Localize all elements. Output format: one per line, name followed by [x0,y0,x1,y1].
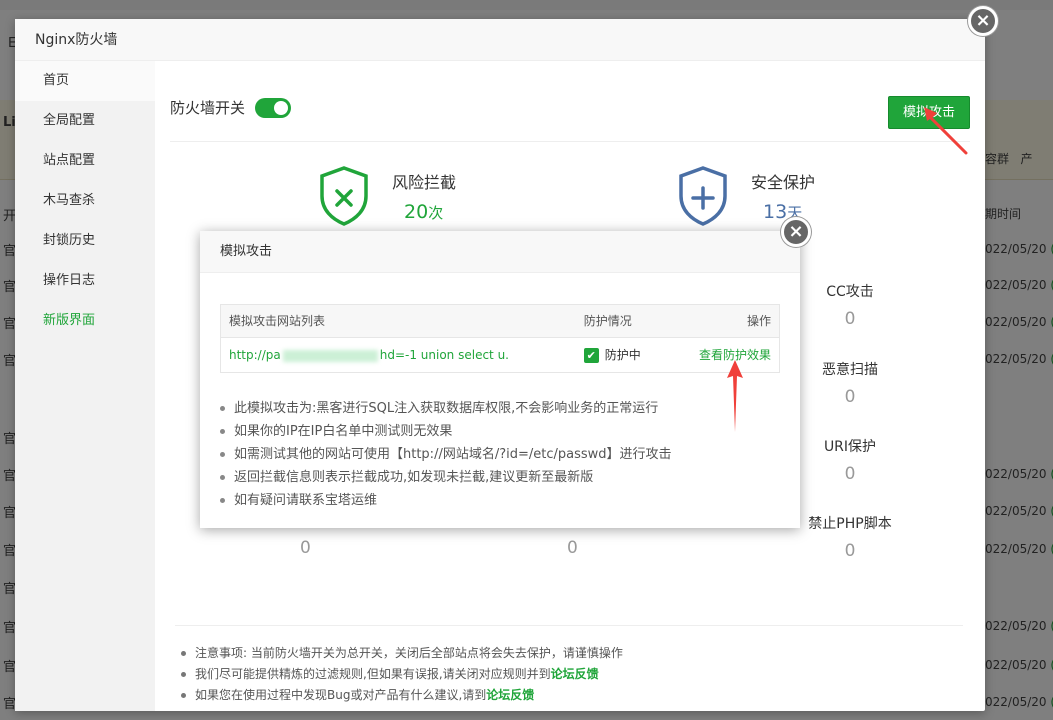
sidebar-item-trojan-scan[interactable]: 木马查杀 [15,181,155,221]
safety-protect-title: 安全保护 [751,173,816,192]
attack-url-link[interactable]: http://pa hd=-1 union select u... [229,338,509,372]
metric-value: 0 [844,541,856,561]
table-header: 模拟攻击网站列表 防护情况 操作 [221,305,779,338]
sidebar-item-site-config[interactable]: 站点配置 [15,141,155,181]
metric-value: 0 [844,464,856,484]
dialog-title: 模拟攻击 [200,231,800,273]
divider [170,141,970,142]
metric-cc-attack: CC攻击 0 [795,281,905,329]
metric-value: 0 [567,538,578,558]
close-icon[interactable]: × [781,217,811,247]
sidebar-item-operation-log[interactable]: 操作日志 [15,261,155,301]
shield-plus-icon [679,166,727,226]
simulate-attack-dialog: 模拟攻击 × 模拟攻击网站列表 防护情况 操作 http://pa hd=-1 u… [200,217,811,528]
redacted-blur [282,349,378,362]
metric-label: CC攻击 [826,284,874,300]
note-item: 如需测试其他的网站可使用【http://网站域名/?id=/etc/passwd… [218,443,672,466]
attack-url-cell: http://pa hd=-1 union select u... [221,338,584,372]
note-item: 如有疑问请联系宝塔运维 [218,489,672,512]
note-item: 如果你的IP在IP白名单中测试则无效果 [218,420,672,443]
toggle-knob [274,100,289,115]
metric-uri-protect: URI保护 0 [795,436,905,484]
footer-note: 我们尽可能提供精炼的过滤规则,但如果有误报,请关闭对应规则并到论坛反馈 [179,664,623,685]
simulate-notes: 此模拟攻击为:黑客进行SQL注入获取数据库权限,不会影响业务的正常运行 如果你的… [218,397,672,512]
dialog-title: Nginx防火墙 [15,19,985,61]
footer-note: 如果您在使用过程中发现Bug或对产品有什么建议,请到论坛反馈 [179,685,623,706]
metric-value: 0 [844,387,856,407]
table-row: http://pa hd=-1 union select u... ✔ 防护中 查看… [221,338,779,372]
divider [175,625,963,626]
risk-intercept-value: 20次 [404,201,444,223]
sidebar-item-home[interactable]: 首页 [15,61,155,101]
column-header: 模拟攻击网站列表 [229,314,326,328]
metric-label: URI保护 [823,439,877,455]
risk-intercept-title: 风险拦截 [392,173,457,192]
column-header: 操作 [746,314,771,328]
red-arrow-icon [924,107,968,155]
sidebar-item-block-history[interactable]: 封锁历史 [15,221,155,261]
metric-value: 0 [300,538,311,558]
metric-value: 0 [844,309,856,329]
forum-feedback-link[interactable]: 论坛反馈 [551,667,599,681]
sidebar: 首页 全局配置 站点配置 木马查杀 封锁历史 操作日志 新版界面 [15,61,155,711]
note-item: 返回拦截信息则表示拦截成功,如发现未拦截,建议更新至最新版 [218,466,672,489]
close-icon[interactable]: × [968,6,998,36]
sidebar-item-new-ui[interactable]: 新版界面 [15,301,155,341]
metric-malicious-scan: 恶意扫描 0 [795,359,905,407]
forum-feedback-link[interactable]: 论坛反馈 [486,688,534,702]
shield-x-icon [320,166,368,226]
metric-label: 禁止PHP脚本 [808,516,892,532]
sidebar-item-global-config[interactable]: 全局配置 [15,101,155,141]
firewall-switch-label: 防火墙开关 [170,99,246,117]
column-header: 防护情况 [583,314,632,328]
metric-label: 恶意扫描 [822,362,878,378]
check-icon: ✔ [583,348,599,363]
footer-notes: 注意事项: 当前防火墙开关为总开关，关闭后全部站点将会失去保护，请谨慎操作 我们… [179,643,623,706]
firewall-switch-row: 防火墙开关 [170,97,292,118]
attack-site-table: 模拟攻击网站列表 防护情况 操作 http://pa hd=-1 union se… [220,304,780,373]
metric-block-php: 禁止PHP脚本 0 [785,513,915,561]
risk-intercept-stat: 风险拦截 20次 [318,165,456,227]
red-arrow-icon [727,360,743,432]
footer-note: 注意事项: 当前防火墙开关为总开关，关闭后全部站点将会失去保护，请谨慎操作 [179,643,623,664]
firewall-toggle[interactable] [255,97,292,118]
status-cell: ✔ 防护中 [583,338,684,372]
note-item: 此模拟攻击为:黑客进行SQL注入获取数据库权限,不会影响业务的正常运行 [218,397,672,420]
